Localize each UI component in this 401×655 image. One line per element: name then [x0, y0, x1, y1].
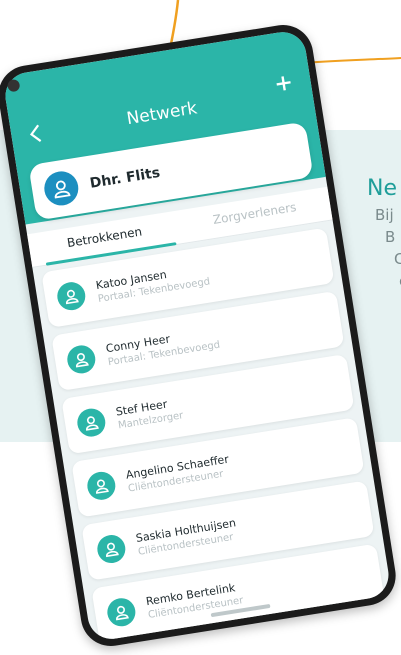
phone-mockup: Netwerk Dhr. Flits Betrokkenen Zorgverle… [0, 20, 400, 651]
person-icon [65, 343, 98, 376]
person-icon [85, 469, 118, 502]
person-icon [95, 533, 128, 566]
person-icon [41, 168, 81, 208]
person-icon [55, 280, 88, 313]
side-caption-line: Bij [375, 206, 394, 224]
side-caption-line: B [385, 228, 396, 246]
side-caption-line: C [394, 250, 401, 268]
side-caption-line: c [367, 270, 401, 292]
contact-list: Katoo Jansen Portaal: Tekenbevoegd Conny … [41, 227, 386, 643]
client-name: Dhr. Flits [88, 164, 162, 192]
phone-screen: Netwerk Dhr. Flits Betrokkenen Zorgverle… [2, 28, 392, 643]
plus-icon[interactable] [273, 71, 295, 98]
person-icon [105, 596, 138, 629]
person-icon [75, 406, 108, 439]
side-caption: Ne Bij B C c [367, 174, 401, 292]
side-caption-heading: Ne [367, 176, 397, 201]
